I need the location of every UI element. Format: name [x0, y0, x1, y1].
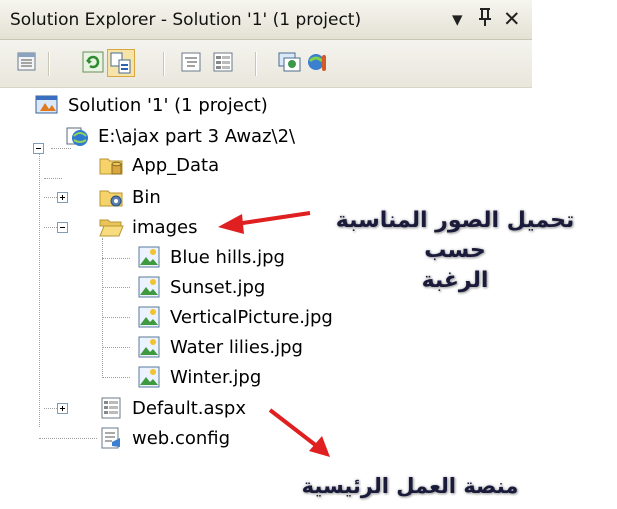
arrow-to-images [218, 211, 311, 234]
images-annotation-line1: تحميل الصور المناسبة حسب [335, 208, 575, 263]
images-annotation: تحميل الصور المناسبة حسب الرغبة [310, 206, 600, 296]
images-annotation-line2: الرغبة [421, 268, 489, 293]
default-annotation: منصة العمل الرئيسية [301, 474, 519, 498]
arrow-to-default-aspx [268, 408, 330, 457]
